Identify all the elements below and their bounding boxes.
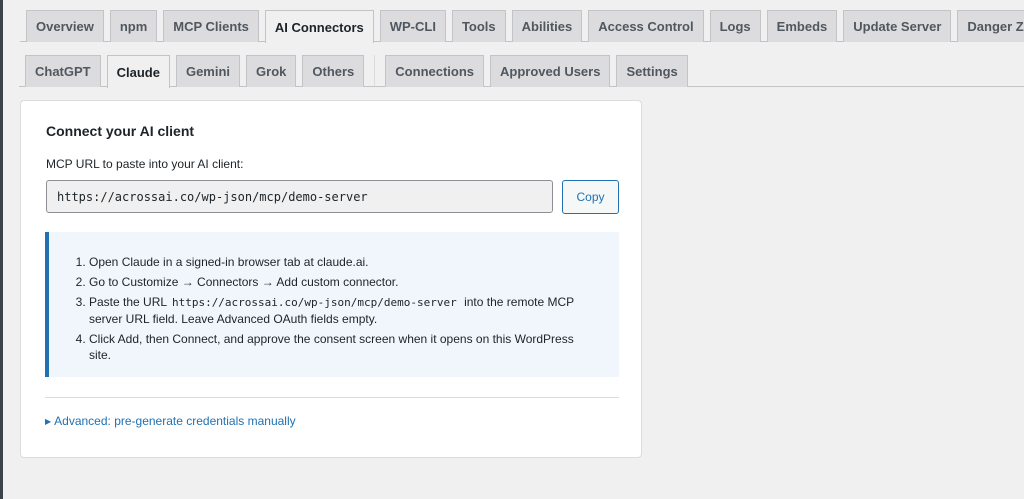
- tab-abilities[interactable]: Abilities: [511, 10, 583, 42]
- tab-connections[interactable]: Connections: [385, 55, 485, 87]
- tab-gemini[interactable]: Gemini: [175, 55, 241, 87]
- window-edge: [0, 0, 3, 499]
- step-text: Paste the URL: [89, 295, 167, 309]
- tab-grok[interactable]: Grok: [246, 55, 297, 87]
- tab-claude[interactable]: Claude: [106, 55, 170, 88]
- connect-card: Connect your AI client MCP URL to paste …: [20, 100, 642, 458]
- tab-ai-connectors[interactable]: AI Connectors: [264, 10, 374, 43]
- instruction-step: Click Add, then Connect, and approve the…: [89, 331, 595, 363]
- tab-wp-cli[interactable]: WP-CLI: [379, 10, 446, 42]
- tab-mcp-clients[interactable]: MCP Clients: [163, 10, 259, 42]
- card-title: Connect your AI client: [46, 123, 195, 139]
- instruction-step: Go to Customize → Connectors → Add custo…: [89, 274, 595, 290]
- tab-overview[interactable]: Overview: [26, 10, 104, 42]
- instruction-step: Paste the URL https://acrossai.co/wp-jso…: [89, 294, 595, 327]
- card-divider: [45, 397, 619, 398]
- sub-tab-bar: ChatGPT Claude Gemini Grok Others Connec…: [19, 55, 1024, 88]
- copy-button[interactable]: Copy: [562, 180, 619, 214]
- mcp-url-code: https://acrossai.co/wp-json/mcp/demo-ser…: [171, 296, 457, 309]
- tab-chatgpt[interactable]: ChatGPT: [25, 55, 101, 87]
- sub-tab-separator: [374, 55, 376, 87]
- tab-tools[interactable]: Tools: [451, 10, 506, 42]
- instructions-list: Open Claude in a signed-in browser tab a…: [72, 254, 595, 363]
- tab-settings[interactable]: Settings: [616, 55, 688, 87]
- advanced-label: Advanced: pre-generate credentials manua…: [54, 414, 296, 428]
- advanced-toggle[interactable]: ▶ Advanced: pre-generate credentials man…: [45, 414, 296, 428]
- tab-approved-users[interactable]: Approved Users: [490, 55, 611, 87]
- tab-access-control[interactable]: Access Control: [588, 10, 704, 42]
- instructions-notice: Open Claude in a signed-in browser tab a…: [45, 232, 619, 377]
- triangle-right-icon: ▶: [45, 416, 52, 426]
- mcp-url-input[interactable]: [46, 180, 553, 213]
- mcp-url-label: MCP URL to paste into your AI client:: [46, 157, 244, 171]
- tab-npm[interactable]: npm: [109, 10, 158, 42]
- tab-danger-zone[interactable]: Danger Zone: [957, 10, 1024, 42]
- tab-others[interactable]: Others: [302, 55, 365, 87]
- tab-logs[interactable]: Logs: [709, 10, 761, 42]
- tab-update-server[interactable]: Update Server: [843, 10, 952, 42]
- tab-embeds[interactable]: Embeds: [766, 10, 838, 42]
- main-tab-bar: Overview npm MCP Clients AI Connectors W…: [20, 10, 1024, 43]
- instruction-step: Open Claude in a signed-in browser tab a…: [89, 254, 595, 270]
